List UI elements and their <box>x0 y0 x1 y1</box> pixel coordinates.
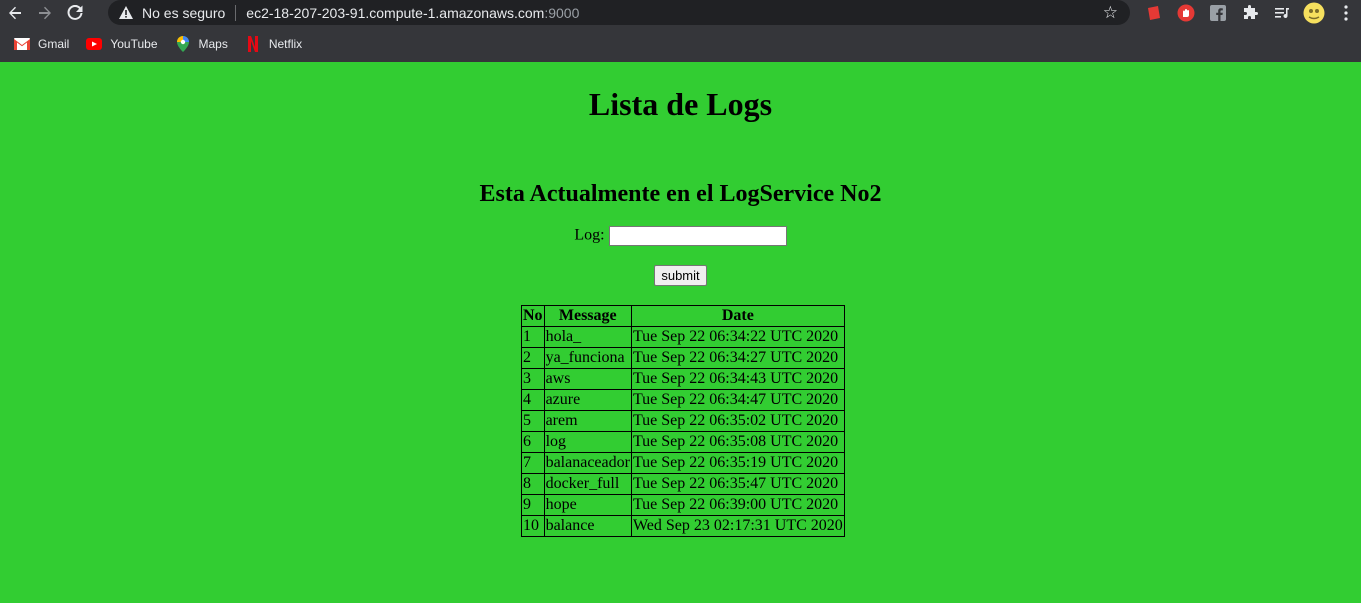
bookmark-gmail[interactable]: Gmail <box>14 36 69 52</box>
url-host[interactable]: ec2-18-207-203-91.compute-1.amazonaws.co… <box>246 5 544 21</box>
cell-message: log <box>543 431 632 453</box>
gmail-icon <box>14 36 30 52</box>
cell-no: 10 <box>521 515 545 537</box>
bookmark-star-icon[interactable]: ☆ <box>1103 3 1118 23</box>
cell-message: hola_ <box>543 326 632 348</box>
browser-toolbar: No es seguro ec2-18-207-203-91.compute-1… <box>0 0 1361 25</box>
adblock-icon[interactable] <box>1174 1 1198 25</box>
page-subtitle: Esta Actualmente en el LogService No2 <box>479 181 882 207</box>
netflix-icon <box>245 35 261 52</box>
table-row: 6 log Tue Sep 22 06:35:08 UTC 2020 <box>521 431 845 453</box>
header-message: Message <box>543 305 632 327</box>
cell-message: balance <box>543 515 632 537</box>
browser-chrome: No es seguro ec2-18-207-203-91.compute-1… <box>0 0 1361 62</box>
cell-no: 2 <box>521 347 545 369</box>
back-arrow-icon <box>9 6 21 19</box>
cell-no: 7 <box>521 452 545 474</box>
table-header-row: No Message Date <box>521 305 845 327</box>
table-row: 3 aws Tue Sep 22 06:34:43 UTC 2020 <box>521 368 845 390</box>
youtube-icon <box>86 36 103 52</box>
cell-date: Tue Sep 22 06:34:22 UTC 2020 <box>630 326 845 348</box>
submit-row: submit <box>0 265 1361 286</box>
maps-icon <box>175 35 191 52</box>
cell-message: arem <box>543 410 632 432</box>
page-title: Lista de Logs <box>588 86 773 122</box>
table-row: 7 balanaceador Tue Sep 22 06:35:19 UTC 202… <box>521 452 845 474</box>
table-row: 10 balance Wed Sep 23 02:17:31 UTC 2020 <box>521 515 845 537</box>
table-row: 8 docker_full Tue Sep 22 06:35:47 UTC 2020 <box>521 473 845 495</box>
cell-date: Tue Sep 22 06:34:47 UTC 2020 <box>630 389 845 411</box>
cell-no: 4 <box>521 389 545 411</box>
omnibox-divider <box>235 4 237 21</box>
cell-date: Tue Sep 22 06:39:00 UTC 2020 <box>630 494 845 516</box>
address-bar[interactable]: No es seguro ec2-18-207-203-91.compute-1… <box>108 0 1130 25</box>
cell-message: balanaceador <box>543 452 632 474</box>
cell-no: 5 <box>521 410 545 432</box>
media-playlist-icon[interactable] <box>1270 1 1294 25</box>
log-input[interactable] <box>608 226 787 246</box>
bookmarks-bar: Gmail YouTube Maps Netflix <box>0 25 1361 62</box>
cell-date: Tue Sep 22 06:35:02 UTC 2020 <box>630 410 845 432</box>
cell-message: aws <box>543 368 632 390</box>
cell-no: 6 <box>521 431 545 453</box>
bookmark-label: Maps <box>198 36 228 51</box>
cell-no: 1 <box>521 326 545 348</box>
reload-button[interactable] <box>60 1 90 25</box>
warning-icon[interactable] <box>118 5 134 21</box>
extensions-puzzle-icon[interactable] <box>1238 1 1262 25</box>
url-port[interactable]: :9000 <box>544 5 579 21</box>
bookmark-label: YouTube <box>110 36 158 51</box>
cell-no: 9 <box>521 494 545 516</box>
forward-button[interactable] <box>30 1 60 25</box>
table-row: 4 azure Tue Sep 22 06:34:47 UTC 2020 <box>521 389 845 411</box>
bookmark-maps[interactable]: Maps <box>175 35 228 52</box>
cell-date: Tue Sep 22 06:35:47 UTC 2020 <box>630 473 845 495</box>
cell-no: 8 <box>521 473 545 495</box>
cell-message: hope <box>543 494 632 516</box>
bookmark-label: Gmail <box>38 36 70 51</box>
reload-icon <box>67 4 83 20</box>
header-date: Date <box>630 305 845 327</box>
table-row: 5 arem Tue Sep 22 06:35:02 UTC 2020 <box>521 410 845 432</box>
cell-no: 3 <box>521 368 545 390</box>
cell-message: azure <box>543 389 632 411</box>
cell-date: Wed Sep 23 02:17:31 UTC 2020 <box>630 515 845 537</box>
table-row: 1 hola_ Tue Sep 22 06:34:22 UTC 2020 <box>521 326 845 348</box>
table-row: 2 ya_funciona Tue Sep 22 06:34:27 UTC 2020 <box>521 347 845 369</box>
back-button[interactable] <box>0 1 30 25</box>
security-label[interactable]: No es seguro <box>142 5 225 21</box>
browser-menu-icon[interactable] <box>1334 1 1358 25</box>
bookmark-netflix[interactable]: Netflix <box>245 35 303 52</box>
cell-date: Tue Sep 22 06:34:27 UTC 2020 <box>630 347 845 369</box>
logs-table: No Message Date 1 hola_ Tue Sep 22 06:34:2… <box>521 305 845 537</box>
profile-avatar-icon[interactable] <box>1302 1 1326 25</box>
forward-arrow-icon <box>39 6 51 19</box>
submit-button[interactable]: submit <box>654 265 707 286</box>
cell-message: docker_full <box>543 473 632 495</box>
log-form-row: Log: <box>0 226 1361 246</box>
bookmark-label: Netflix <box>268 36 303 51</box>
bookmark-youtube[interactable]: YouTube <box>86 36 158 52</box>
cell-date: Tue Sep 22 06:34:43 UTC 2020 <box>630 368 845 390</box>
log-label: Log: <box>574 226 605 244</box>
extensions-area <box>1138 0 1361 25</box>
red-extension-icon[interactable] <box>1142 1 1166 25</box>
header-no: No <box>521 305 545 327</box>
table-row: 9 hope Tue Sep 22 06:39:00 UTC 2020 <box>521 494 845 516</box>
facebook-extension-icon[interactable] <box>1206 1 1230 25</box>
cell-date: Tue Sep 22 06:35:08 UTC 2020 <box>630 431 845 453</box>
cell-date: Tue Sep 22 06:35:19 UTC 2020 <box>630 452 845 474</box>
page-content: Lista de Logs Esta Actualmente en el Log… <box>0 62 1361 603</box>
cell-message: ya_funciona <box>543 347 632 369</box>
